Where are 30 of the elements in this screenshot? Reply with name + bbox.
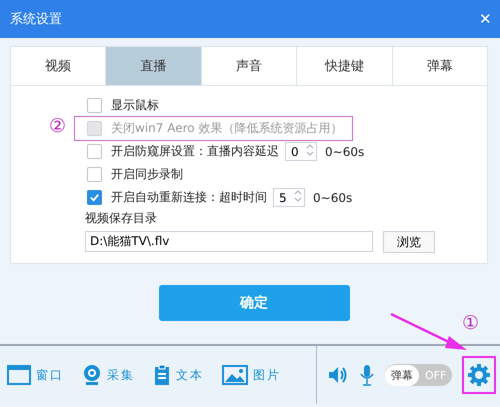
option-label: 开启防窥屏设置：直播内容延迟 [111, 143, 279, 160]
range-label: 0~60s [325, 144, 364, 158]
clipboard-icon [153, 364, 171, 386]
save-folder-label: 视频保存目录 [85, 210, 158, 227]
option-label: 开启同步录制 [111, 166, 183, 183]
tab[interactable]: 直播 [106, 47, 202, 85]
checkbox[interactable] [87, 98, 102, 113]
number-spinner[interactable]: 5 [273, 188, 305, 207]
checkbox[interactable] [87, 190, 102, 205]
settings-icon [467, 363, 492, 387]
annotation-number: ① [462, 312, 480, 334]
browse-button[interactable]: 浏览 [383, 231, 435, 253]
check-icon [89, 192, 100, 203]
option-label: 开启自动重新连接：超时时间 [111, 189, 267, 206]
annotation-number: ② [49, 115, 66, 137]
number-spinner[interactable]: 0 [285, 142, 317, 161]
webcam-icon [82, 364, 102, 386]
window-title: 系统设置 [10, 11, 62, 28]
image-icon [222, 365, 248, 385]
checkbox[interactable] [87, 167, 102, 182]
microphone-icon[interactable] [359, 364, 375, 386]
path-field[interactable]: D:\能猫TV\.flv [85, 231, 373, 252]
checkbox[interactable] [87, 144, 102, 159]
range-label: 0~60s [313, 190, 352, 204]
settings-button[interactable] [462, 356, 496, 394]
option-label: 关闭win7 Aero 效果（降低系统资源占用） [111, 120, 342, 137]
close-button[interactable]: ✕ [479, 10, 492, 28]
speaker-icon[interactable] [327, 365, 349, 385]
window-icon [7, 365, 31, 385]
option-label: 显示鼠标 [111, 97, 159, 114]
